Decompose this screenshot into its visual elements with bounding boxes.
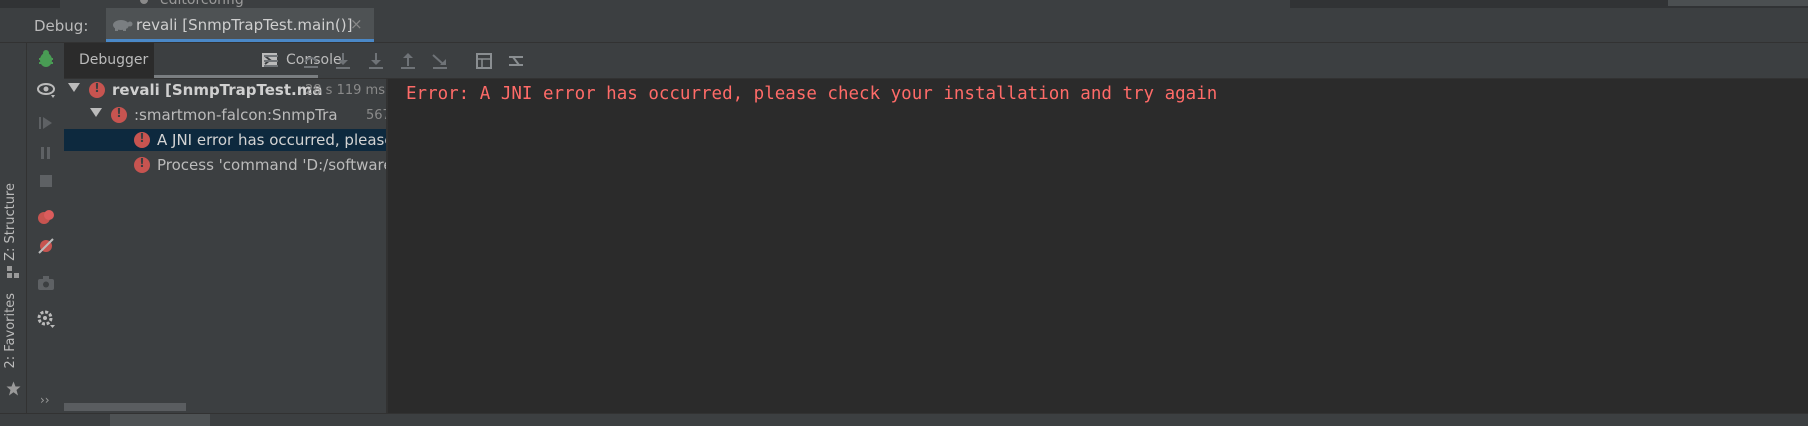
settings-gear-icon[interactable] — [36, 309, 56, 329]
step-over-icon[interactable] — [302, 52, 320, 70]
tree-row-task[interactable]: :smartmon-falcon:SnmpTra 567 ms — [64, 104, 386, 126]
step-into-icon[interactable] — [334, 52, 352, 70]
debug-toolbar: Debugger Console — [64, 43, 1808, 79]
editor-tab-strip: editorconfig — [0, 0, 1808, 8]
evaluate-expression-icon[interactable] — [475, 52, 493, 70]
bottom-tool-strip — [0, 413, 1808, 426]
camera-icon[interactable] — [36, 273, 56, 293]
error-icon — [111, 106, 127, 123]
run-to-cursor-icon[interactable] — [431, 52, 449, 70]
structure-tool-tab[interactable]: Z: Structure — [3, 183, 18, 261]
top-right-widget — [1668, 0, 1808, 6]
editor-tab[interactable]: editorconfig — [60, 0, 1290, 8]
gear-icon — [140, 0, 148, 4]
bottom-tool-tab[interactable] — [110, 414, 210, 426]
bug-icon[interactable] — [36, 49, 56, 69]
debug-action-bar: ›› — [27, 43, 66, 413]
star-icon — [6, 381, 21, 396]
favorites-tool-tab[interactable]: 2: Favorites — [3, 293, 18, 369]
run-config-name: revali [SnmpTrapTest.main()] — [136, 16, 353, 34]
process-tree-panel: revali [SnmpTrapTest.ma 28 s 119 ms :sma… — [64, 79, 388, 413]
list-menu-icon[interactable] — [262, 52, 280, 70]
error-icon — [134, 156, 150, 173]
tree-row-root[interactable]: revali [SnmpTrapTest.ma 28 s 119 ms — [64, 79, 386, 101]
tab-console[interactable]: Console — [154, 43, 342, 78]
force-step-into-icon[interactable] — [367, 52, 385, 70]
close-tab-icon[interactable]: × — [350, 15, 363, 33]
tree-row-label: revali [SnmpTrapTest.ma — [112, 81, 323, 99]
debug-titlebar: Debug: revali [SnmpTrapTest.main()] × — [0, 8, 1808, 43]
scrollbar-thumb[interactable] — [64, 403, 186, 411]
error-icon — [89, 81, 105, 98]
debug-label: Debug: — [34, 17, 89, 35]
view-breakpoints-icon[interactable] — [36, 207, 56, 227]
tab-debugger-label: Debugger — [79, 52, 149, 68]
mute-breakpoints-icon[interactable] — [36, 236, 56, 256]
step-out-icon[interactable] — [399, 52, 417, 70]
tree-horizontal-scrollbar[interactable] — [64, 401, 386, 413]
expand-arrow-icon[interactable] — [90, 108, 102, 117]
turtle-icon — [113, 20, 133, 31]
tree-row-label: :smartmon-falcon:SnmpTra — [134, 106, 338, 124]
tree-row-jni-error[interactable]: A JNI error has occurred, please — [64, 129, 386, 151]
tree-row-label: A JNI error has occurred, please — [157, 131, 386, 149]
error-icon — [134, 131, 150, 148]
trace-stream-icon[interactable] — [507, 52, 525, 70]
resume-icon[interactable] — [36, 113, 56, 133]
stop-icon[interactable] — [36, 171, 56, 191]
tree-row-time: 28 s 119 ms — [305, 83, 385, 98]
pause-icon[interactable] — [36, 143, 56, 163]
structure-icon — [7, 266, 19, 278]
tree-row-time: 567 ms — [366, 108, 386, 123]
console-error-line: Error: A JNI error has occurred, please … — [406, 84, 1218, 104]
run-config-tab[interactable]: revali [SnmpTrapTest.main()] × — [106, 8, 374, 42]
more-actions-chevron-icon[interactable]: ›› — [40, 393, 50, 407]
expand-arrow-icon[interactable] — [68, 83, 80, 92]
watch-eye-icon[interactable] — [36, 80, 56, 100]
console-output[interactable]: Error: A JNI error has occurred, please … — [388, 79, 1808, 413]
editor-tab-label: editorconfig — [160, 0, 244, 8]
tree-row-label: Process 'command 'D:/software — [157, 156, 386, 174]
tree-row-process-error[interactable]: Process 'command 'D:/software — [64, 154, 386, 176]
tab-debugger[interactable]: Debugger — [64, 43, 154, 78]
left-tool-rail: Z: Structure 2: Favorites — [0, 43, 27, 413]
